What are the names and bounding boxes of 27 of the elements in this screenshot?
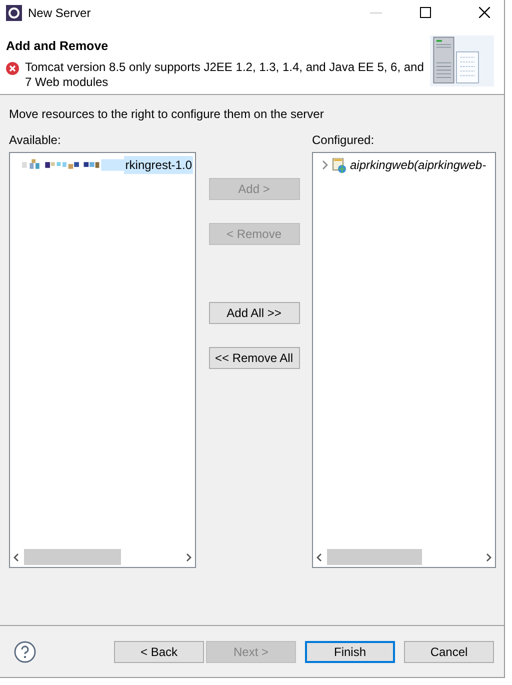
scroll-right-icon[interactable] — [185, 552, 192, 562]
window-title: New Server — [28, 4, 91, 22]
maximize-icon[interactable] — [420, 7, 431, 18]
scroll-left-icon[interactable] — [316, 552, 323, 562]
server-illustration — [430, 33, 494, 89]
web-module-icon — [332, 158, 346, 172]
list-label: Available: — [9, 132, 62, 149]
close-icon[interactable] — [479, 7, 490, 18]
error-icon — [6, 62, 19, 75]
move-button[interactable]: << Remove All — [208, 347, 300, 369]
expand-chevron-icon[interactable] — [321, 160, 329, 170]
scroll-left-icon[interactable] — [13, 552, 20, 562]
scroll-right-icon[interactable] — [485, 552, 492, 562]
list-item[interactable]: rkingrest-1.0 — [124, 156, 193, 174]
error-message: Tomcat version 8.5 only supports J2EE 1.2, 1.3, 1.4, and Java EE 5, 6, and 7 Web modules — [25, 60, 425, 90]
app-icon — [6, 4, 22, 20]
list-item[interactable]: aiprkingweb(aiprkingweb- — [349, 156, 488, 174]
page-title: Add and Remove — [6, 38, 110, 55]
dialog-button[interactable]: Finish — [305, 640, 395, 662]
dialog-button[interactable]: < Back — [114, 640, 204, 662]
scrollbar-thumb[interactable] — [24, 549, 122, 565]
scrollbar-thumb[interactable] — [327, 549, 422, 565]
help-icon[interactable] — [14, 640, 36, 662]
move-button[interactable]: Add All >> — [208, 302, 300, 324]
instruction-text: Move resources to the right to configure them on the server — [9, 106, 325, 123]
list-label: Configured: — [312, 132, 374, 149]
dialog-button[interactable]: Cancel — [404, 640, 494, 662]
